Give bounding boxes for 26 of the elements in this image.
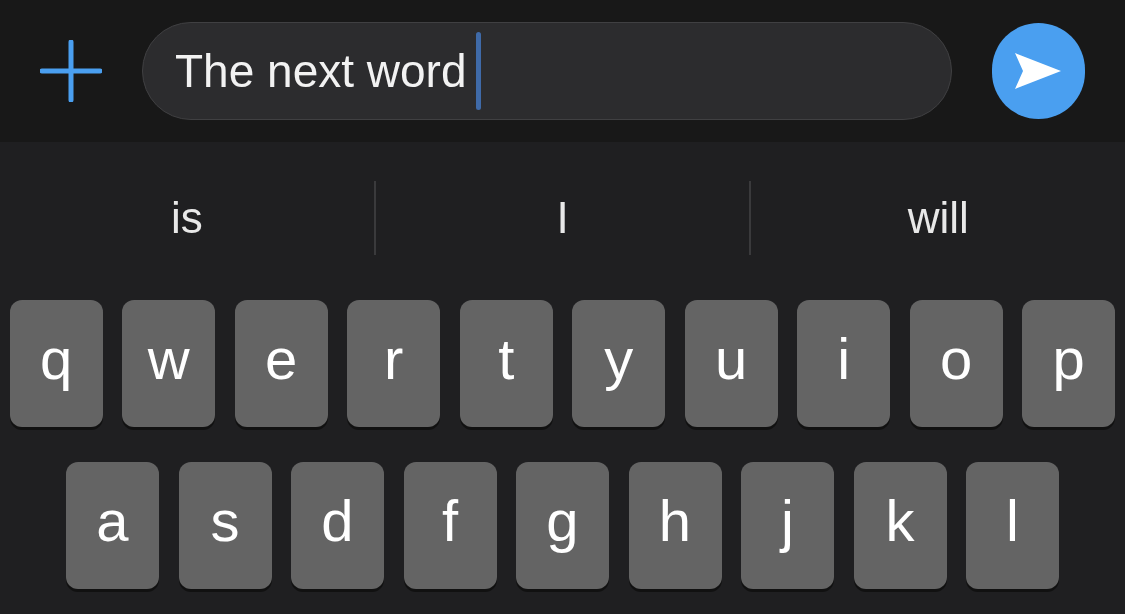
key[interactable]: e [234,300,328,427]
key[interactable]: p [1022,300,1116,427]
key[interactable]: u [684,300,778,427]
key[interactable]: t [459,300,553,427]
key[interactable]: j [741,462,834,589]
key[interactable]: i [797,300,891,427]
key[interactable]: g [516,462,609,589]
suggestion[interactable]: I [548,185,577,251]
key[interactable]: w [122,300,216,427]
add-button[interactable] [40,40,102,102]
key[interactable]: y [572,300,666,427]
key[interactable]: s [178,462,272,589]
message-field[interactable]: The next word [142,22,952,120]
key[interactable]: r [347,300,441,427]
key[interactable]: h [628,462,722,589]
key[interactable]: l [966,462,1059,589]
suggestion[interactable]: will [899,185,977,251]
suggestion[interactable]: is [162,185,211,251]
key[interactable]: o [909,300,1003,427]
key[interactable]: q [9,300,103,427]
plus-icon [40,40,102,102]
key[interactable]: d [291,462,384,589]
message-text: The next word [175,43,467,99]
key[interactable]: a [66,462,159,589]
key[interactable]: k [853,462,947,589]
key[interactable]: f [403,462,497,589]
